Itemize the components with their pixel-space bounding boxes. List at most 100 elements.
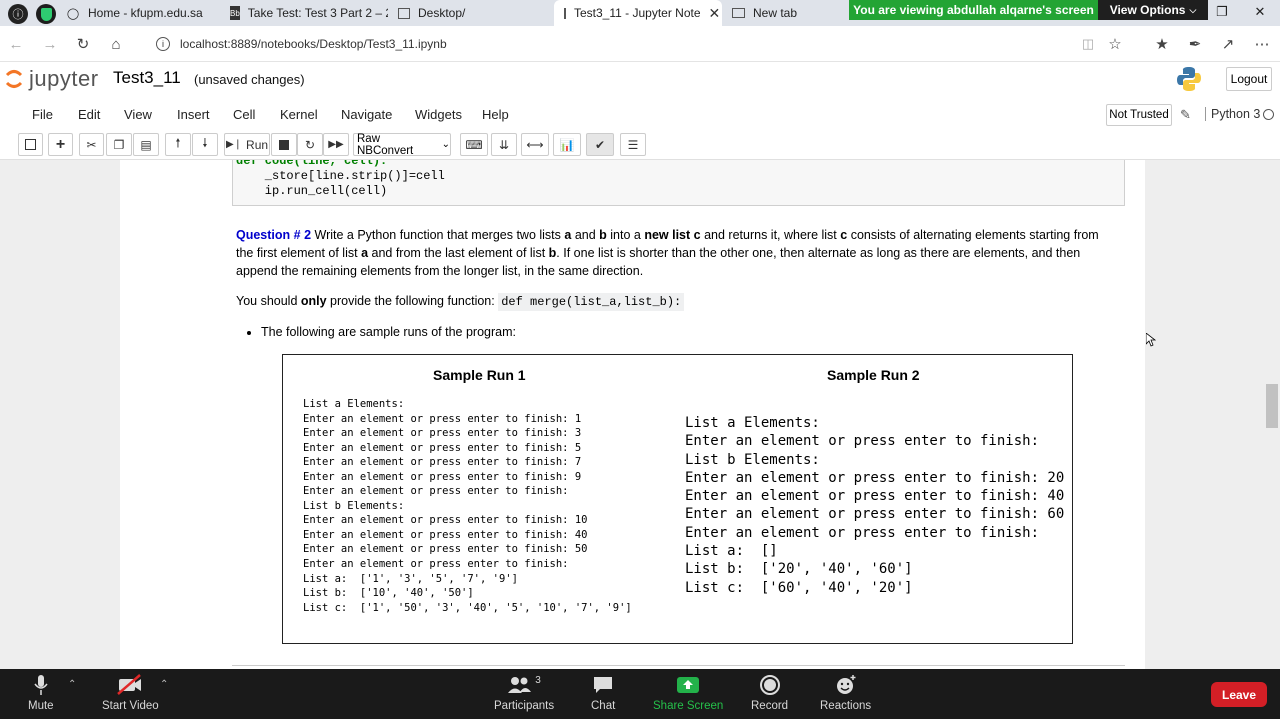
instruction-text: provide the following function:	[326, 294, 499, 308]
menu-widgets[interactable]: Widgets	[415, 107, 462, 122]
menu-file[interactable]: File	[32, 107, 53, 122]
pencil-icon[interactable]: ✎	[1180, 107, 1191, 123]
code-cell[interactable]: def code(line, cell): _store[line.strip(…	[232, 160, 1125, 206]
reader-view-icon[interactable]: ◫	[1078, 34, 1098, 54]
leave-button[interactable]: Leave	[1211, 682, 1267, 707]
console-line: Enter an element or press enter to finis…	[303, 514, 588, 527]
record-button[interactable]: Record	[751, 673, 788, 712]
move-down-button[interactable]: 🠗	[192, 133, 218, 156]
question-heading: Question # 2	[236, 228, 312, 242]
menu-navigate[interactable]: Navigate	[341, 107, 392, 122]
menu-view[interactable]: View	[124, 107, 152, 122]
browser-tab-jupyter[interactable]: Test3_11 - Jupyter Note ✕	[554, 0, 722, 26]
home-icon[interactable]: ⌂	[106, 34, 126, 54]
sample-run-1-output: List a Elements: Enter an element or pres…	[303, 397, 632, 615]
site-info-icon[interactable]: i	[156, 37, 170, 51]
view-options-button[interactable]: View Options ⌵	[1098, 0, 1208, 20]
table-of-contents-button[interactable]: ☰	[620, 133, 646, 156]
console-line: List b: ['10', '40', '50']	[303, 587, 474, 600]
jupyter-toolbar: + ✂ ❐ ▤ 🠕 🠗 ▶❘ Run ↻ ▶▶ Raw NBConvert ⌄ …	[0, 130, 1280, 160]
instruction-text: You should	[236, 294, 301, 308]
chat-button[interactable]: Chat	[591, 673, 615, 712]
stop-icon	[279, 139, 289, 150]
cell-type-value: Raw NBConvert	[357, 132, 414, 157]
insert-cell-button[interactable]: +	[48, 133, 73, 156]
restart-button[interactable]: ↻	[297, 133, 323, 156]
browser-tab-kfupm[interactable]: ◯ Home - kfupm.edu.sa	[56, 0, 220, 26]
mute-button[interactable]: Mute	[28, 673, 54, 712]
logout-button[interactable]: Logout	[1226, 67, 1272, 91]
cell-type-select[interactable]: Raw NBConvert ⌄	[353, 132, 451, 157]
favorites-list-icon[interactable]: ★	[1152, 34, 1172, 54]
spellcheck-button[interactable]: ✔	[586, 133, 614, 156]
toggle-width-button[interactable]: ⟷	[521, 133, 549, 156]
restart-run-all-button[interactable]: ▶▶	[323, 133, 349, 156]
close-tab-icon[interactable]: ✕	[709, 5, 721, 22]
video-options-caret-icon[interactable]: ⌃	[160, 679, 168, 690]
share-screen-button[interactable]: Share Screen	[653, 673, 723, 712]
more-menu-icon[interactable]: ⋯	[1252, 34, 1272, 54]
save-button[interactable]	[18, 133, 43, 156]
share-icon[interactable]: ↗	[1218, 34, 1238, 54]
menu-edit[interactable]: Edit	[78, 107, 100, 122]
back-arrow-icon[interactable]: ←	[6, 34, 26, 54]
bar-chart-icon: 📊	[559, 137, 575, 152]
browser-tab-newtab[interactable]: New tab	[722, 0, 849, 26]
forward-arrow-icon[interactable]: →	[40, 34, 60, 54]
reactions-label: Reactions	[820, 700, 872, 712]
globe-icon: ◯	[66, 7, 80, 20]
sample-runs-image: Sample Run 1 Sample Run 2 List a Element…	[282, 354, 1073, 644]
page-icon	[564, 7, 566, 19]
question-text: and	[571, 228, 600, 242]
interrupt-button[interactable]	[271, 133, 297, 156]
question-text: and returns it, where list	[700, 228, 841, 242]
chevron-down-icon: ⌵	[1189, 4, 1197, 15]
run-button[interactable]: ▶❘ Run	[224, 133, 270, 156]
kernel-name: Python 3	[1205, 107, 1260, 121]
browser-tab-test[interactable]: Bb Take Test: Test 3 Part 2 – 20	[220, 0, 388, 26]
blackboard-icon: Bb	[230, 6, 240, 20]
browser-profile-icon[interactable]: ⓘ	[8, 4, 28, 24]
jupyter-logo[interactable]: jupyter	[5, 66, 99, 92]
menu-insert[interactable]: Insert	[177, 107, 210, 122]
shield-extension-icon[interactable]	[36, 4, 56, 24]
start-video-label: Start Video	[102, 700, 159, 712]
audio-options-caret-icon[interactable]: ⌃	[68, 679, 76, 690]
question-markdown-cell[interactable]: Question # 2 Write a Python function tha…	[236, 226, 1116, 341]
reactions-button[interactable]: Reactions	[820, 673, 871, 712]
save-status: (unsaved changes)	[194, 72, 305, 87]
restore-window-icon[interactable]: ❐	[1210, 2, 1234, 22]
console-line: Enter an element or press enter to finis…	[685, 488, 1065, 505]
favorite-star-icon[interactable]: ☆	[1105, 34, 1125, 54]
url-field[interactable]: i localhost:8889/notebooks/Desktop/Test3…	[146, 31, 1136, 57]
copy-cell-button[interactable]: ❐	[106, 133, 132, 156]
reactions-smiley-icon	[835, 673, 857, 697]
chart-button[interactable]: 📊	[553, 133, 581, 156]
move-up-button[interactable]: 🠕	[165, 133, 191, 156]
menu-help[interactable]: Help	[482, 107, 509, 122]
tab-label: Desktop/	[418, 6, 466, 20]
console-line: List a Elements:	[685, 415, 820, 431]
notebook-scroll-area[interactable]: def code(line, cell): _store[line.strip(…	[0, 160, 1280, 669]
menu-kernel[interactable]: Kernel	[280, 107, 318, 122]
notebook-title[interactable]: Test3_11	[113, 68, 181, 88]
instruction-bold: only	[300, 294, 327, 308]
menu-cell[interactable]: Cell	[233, 107, 255, 122]
question-text: and from the last element of list	[368, 246, 549, 260]
start-video-button[interactable]: Start Video	[102, 673, 159, 712]
cut-cell-button[interactable]: ✂	[79, 133, 104, 156]
command-palette-button[interactable]: ⌨	[460, 133, 488, 156]
paste-cell-button[interactable]: ▤	[133, 133, 159, 156]
scrollbar-thumb[interactable]	[1266, 384, 1278, 428]
console-line: List b: ['20', '40', '60']	[685, 561, 913, 578]
browser-tab-desktop[interactable]: Desktop/	[388, 0, 554, 26]
participants-button[interactable]: 3 Participants	[494, 673, 554, 713]
reload-icon[interactable]: ↻	[73, 34, 93, 54]
fast-forward-icon: ▶▶	[328, 139, 344, 150]
not-trusted-button[interactable]: Not Trusted	[1106, 104, 1172, 126]
close-window-icon[interactable]: ✕	[1248, 2, 1272, 22]
pen-icon[interactable]: ✒	[1185, 34, 1205, 54]
newtab-icon	[732, 8, 745, 18]
collapse-button[interactable]: ⇊	[491, 133, 517, 156]
arrow-up-icon: 🠕	[175, 136, 181, 150]
